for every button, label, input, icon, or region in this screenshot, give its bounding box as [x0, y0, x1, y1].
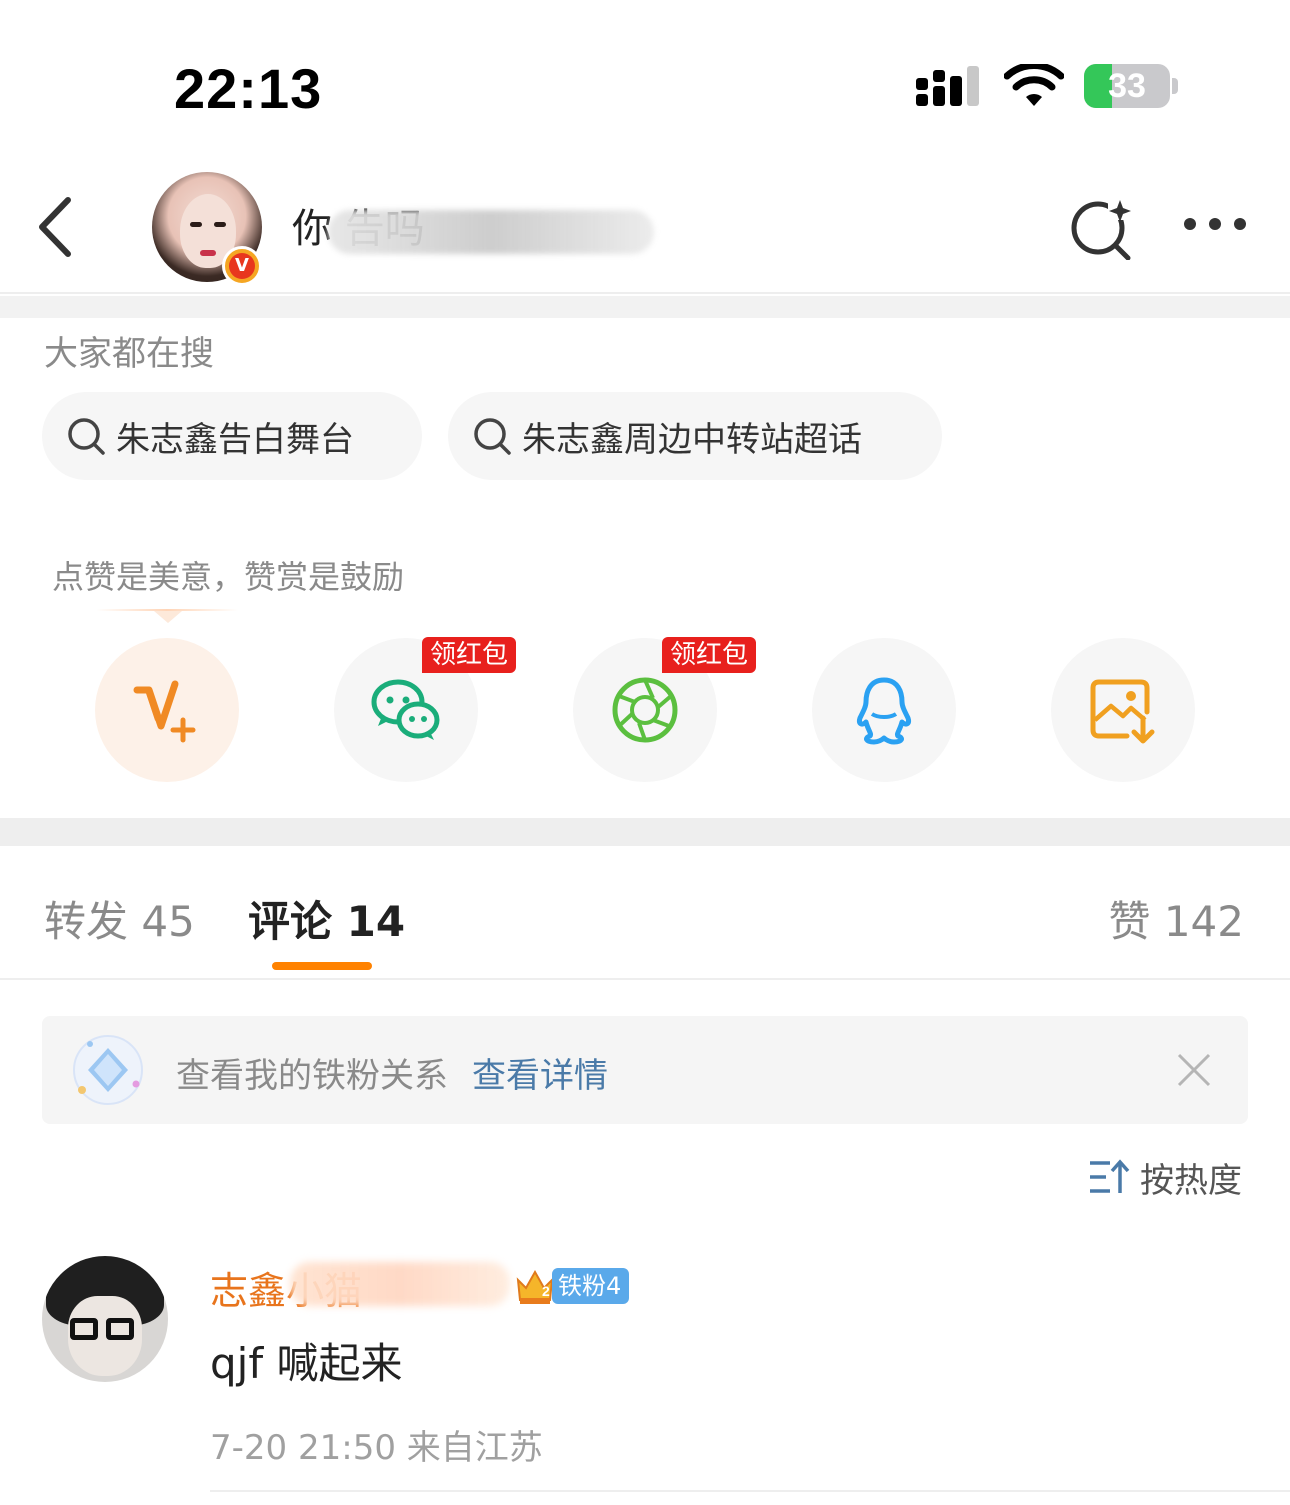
hot-search-chip[interactable]: 朱志鑫周边中转站超话 — [448, 392, 942, 480]
avatar-lips — [200, 250, 216, 256]
status-time: 22:13 — [174, 57, 323, 120]
comment-text: qjf 喊起来 — [210, 1339, 403, 1388]
v-plus-icon — [133, 680, 196, 743]
fans-detail-link[interactable]: 查看详情 — [472, 1048, 608, 1097]
redaction-blur — [290, 1262, 510, 1306]
avatar-eye — [214, 222, 226, 227]
avatar-eye — [190, 222, 202, 227]
sort-button[interactable]: 按热度 — [1088, 1152, 1242, 1202]
wifi-icon — [1004, 64, 1064, 106]
save-image-button[interactable] — [1051, 638, 1195, 782]
hot-search-chip[interactable]: 朱志鑫告白舞台 — [42, 392, 422, 480]
interaction-tabs: 转发 45 评论 14 赞 142 — [0, 846, 1290, 980]
wechat-icon — [371, 679, 440, 740]
save-image-icon — [1090, 679, 1155, 744]
comment-divider — [210, 1490, 1290, 1492]
share-qq-button[interactable] — [812, 638, 956, 782]
tab-comments[interactable]: 评论 14 — [248, 888, 405, 949]
post-header: V 你 告吗 — [0, 160, 1290, 294]
red-packet-tag: 领红包 — [662, 637, 757, 673]
redaction-blur — [328, 210, 654, 254]
chip-label: 朱志鑫告白舞台 — [116, 419, 354, 460]
crown-icon: 2 — [516, 1269, 554, 1304]
battery-body: 33 — [1084, 64, 1170, 108]
moments-icon — [612, 677, 678, 743]
chip-label: 朱志鑫周边中转站超话 — [522, 419, 862, 460]
crown-level: 2 — [542, 1283, 550, 1299]
comment-meta: 7-20 21:50 来自江苏 — [210, 1428, 543, 1468]
more-icon[interactable] — [1180, 212, 1250, 238]
back-icon[interactable] — [30, 194, 84, 260]
sort-label: 按热度 — [1140, 1160, 1242, 1201]
cellular-signal-icon — [916, 66, 979, 106]
search-icon — [68, 418, 105, 455]
battery-percent: 33 — [1108, 67, 1146, 105]
commenter-avatar[interactable] — [42, 1256, 168, 1382]
fans-relation-banner[interactable]: 查看我的铁粉关系 查看详情 — [42, 1016, 1248, 1124]
avatar-glasses — [106, 1318, 134, 1340]
close-icon[interactable] — [1176, 1052, 1212, 1088]
qq-icon — [857, 677, 911, 745]
tip-arrow — [154, 611, 182, 623]
reward-tip: 点赞是美意，赞赏是鼓励 — [52, 558, 405, 596]
header-title-wrap[interactable]: 你 告吗 — [292, 202, 712, 256]
tab-likes[interactable]: 赞 142 — [1108, 888, 1244, 949]
section-divider — [0, 296, 1290, 318]
section-divider — [0, 818, 1290, 846]
search-icon — [474, 418, 511, 455]
reward-button[interactable] — [95, 638, 239, 782]
tab-repost[interactable]: 转发 45 — [44, 888, 195, 949]
battery-indicator: 33 — [1084, 64, 1180, 108]
hot-search-title: 大家都在搜 — [44, 334, 214, 374]
active-tab-indicator — [272, 962, 372, 970]
avatar-glasses — [70, 1318, 98, 1340]
diamond-icon — [73, 1035, 143, 1105]
fan-badge: 铁粉4 — [552, 1268, 630, 1304]
battery-cap — [1172, 78, 1178, 94]
status-bar: 22:13 33 — [0, 0, 1290, 160]
verified-badge-icon: V — [222, 246, 262, 286]
red-packet-tag: 领红包 — [422, 637, 517, 673]
fans-banner-text: 查看我的铁粉关系 — [176, 1056, 448, 1096]
sort-icon — [1090, 1159, 1130, 1193]
search-spark-icon[interactable] — [1068, 196, 1134, 260]
